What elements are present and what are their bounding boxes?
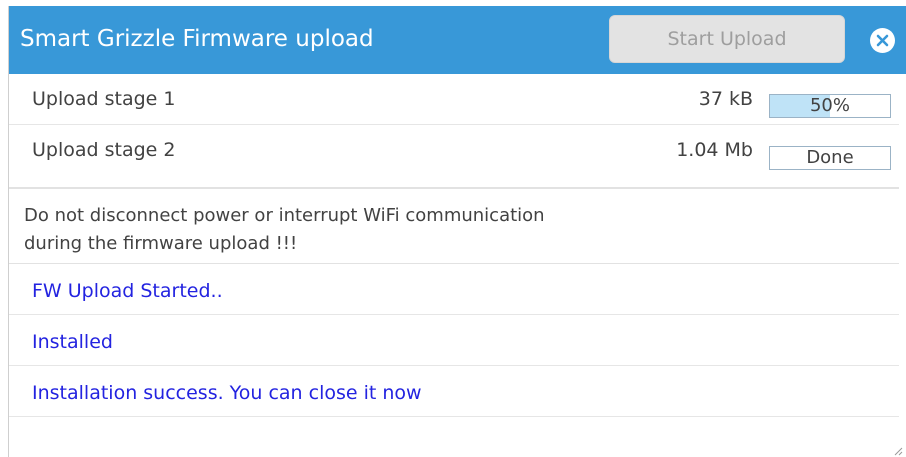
stage-progress-bar: 50% bbox=[769, 94, 891, 118]
close-icon[interactable] bbox=[870, 28, 895, 53]
log-separator bbox=[9, 416, 899, 417]
log-separator bbox=[9, 365, 899, 366]
stage-label: Upload stage 2 bbox=[32, 139, 176, 161]
warning-line: Do not disconnect power or interrupt WiF… bbox=[24, 205, 545, 226]
upload-stage-row-2: Upload stage 2 1.04 Mb Done bbox=[9, 125, 899, 176]
log-line: FW Upload Started.. bbox=[32, 280, 223, 302]
stage-progress-bar: Done bbox=[769, 146, 891, 170]
resize-grip-icon[interactable] bbox=[893, 446, 903, 456]
stage-size: 1.04 Mb bbox=[676, 139, 753, 161]
stage-label: Upload stage 1 bbox=[32, 88, 176, 110]
stage-status: Done bbox=[806, 147, 854, 168]
firmware-upload-dialog: Smart Grizzle Firmware upload Start Uplo… bbox=[8, 6, 906, 457]
start-upload-button[interactable]: Start Upload bbox=[609, 15, 845, 63]
dialog-titlebar: Smart Grizzle Firmware upload Start Uplo… bbox=[9, 6, 906, 74]
log-line: Installation success. You can close it n… bbox=[32, 382, 422, 404]
dialog-title: Smart Grizzle Firmware upload bbox=[20, 26, 374, 52]
log-line: Installed bbox=[32, 331, 113, 353]
log-separator bbox=[9, 314, 899, 315]
stage-size: 37 kB bbox=[698, 88, 753, 110]
upload-stage-row-1: Upload stage 1 37 kB 50% bbox=[9, 74, 899, 125]
section-divider bbox=[9, 187, 899, 189]
stage-status: 50% bbox=[809, 95, 850, 116]
warning-line: during the firmware upload !!! bbox=[24, 233, 298, 254]
section-divider bbox=[9, 263, 899, 264]
upload-warning: Do not disconnect power or interrupt WiF… bbox=[24, 202, 545, 258]
